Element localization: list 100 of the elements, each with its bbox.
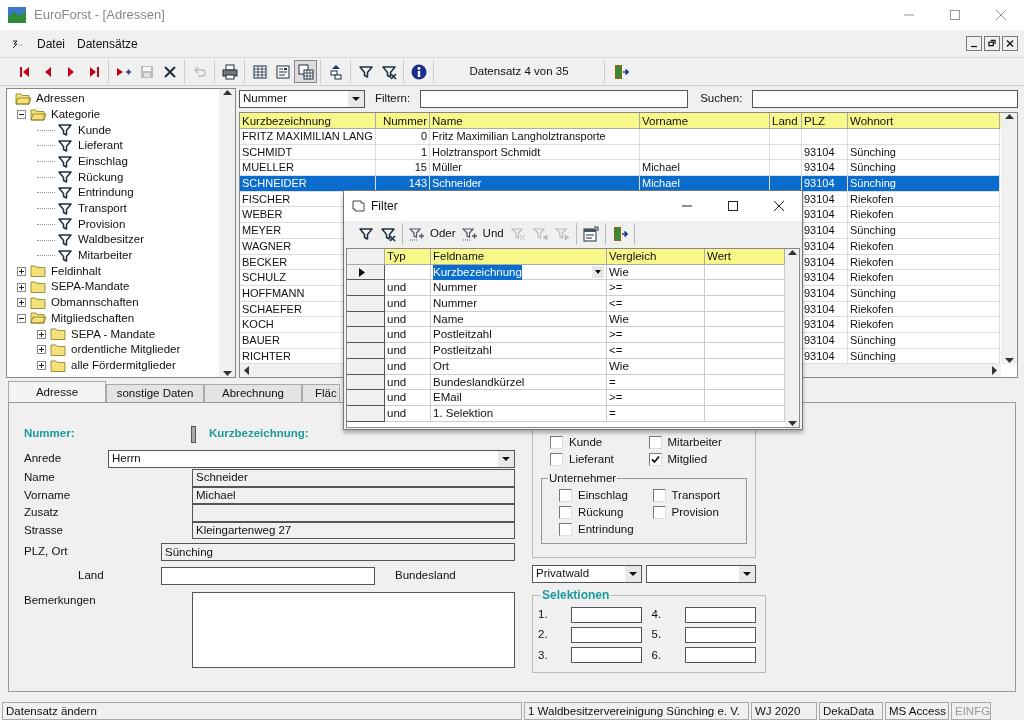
tree-item[interactable]: Waldbesitzer — [77, 231, 146, 249]
tree-item[interactable]: ordentliche Mitglieder — [70, 341, 182, 359]
table-cell[interactable]: Riekofen — [848, 191, 1000, 208]
table-cell[interactable]: Sünching — [848, 285, 1000, 302]
minimize-icon[interactable] — [966, 36, 982, 51]
input-field[interactable]: Schneider — [192, 469, 515, 487]
row-selector[interactable] — [347, 390, 385, 406]
sort-dropdown[interactable]: Nummer — [239, 90, 365, 108]
table-cell[interactable]: Riekofen — [848, 301, 1000, 318]
table-cell[interactable]: Riekofen — [848, 270, 1000, 286]
table-cell[interactable]: 1 — [376, 144, 430, 161]
tab[interactable]: Fläc — [302, 384, 340, 402]
input-field[interactable] — [571, 626, 642, 643]
scrollbar[interactable] — [219, 89, 235, 377]
expand-icon[interactable] — [37, 329, 46, 339]
row-selector[interactable] — [347, 327, 385, 344]
input-field[interactable] — [684, 647, 756, 664]
scroll-up-icon[interactable] — [787, 249, 797, 255]
tree-item[interactable]: Adressen — [35, 90, 86, 108]
checkbox[interactable] — [559, 523, 572, 536]
input-field[interactable] — [571, 647, 642, 664]
table-cell[interactable]: Sünching — [848, 332, 1000, 349]
checkbox[interactable] — [550, 453, 563, 466]
table-cell[interactable]: SCHNEIDER — [240, 176, 376, 192]
checkbox[interactable] — [648, 436, 662, 449]
close-icon[interactable] — [1002, 36, 1018, 51]
column-header[interactable]: Wohnort — [848, 113, 1000, 129]
table-cell[interactable]: 93104 — [802, 144, 848, 161]
row-selector[interactable] — [347, 280, 385, 297]
text-area[interactable] — [192, 592, 515, 668]
tree-item[interactable]: Provision — [77, 215, 127, 233]
table-cell[interactable] — [770, 144, 802, 161]
collapse-icon[interactable] — [17, 313, 26, 323]
input-field[interactable] — [684, 626, 756, 643]
tab[interactable]: sonstige Daten — [106, 384, 204, 402]
menu-item[interactable]: Datensätze — [71, 34, 144, 53]
input-field[interactable] — [684, 606, 756, 623]
collapse-icon[interactable] — [17, 110, 26, 120]
expand-icon[interactable] — [17, 298, 26, 308]
scrollbar[interactable] — [1001, 113, 1017, 364]
checkbox[interactable] — [652, 489, 666, 502]
tree-item[interactable]: Rückung — [77, 168, 125, 186]
forest-type-dropdown[interactable]: Privatwald — [532, 565, 642, 583]
input-field[interactable] — [571, 606, 642, 623]
tree-item[interactable]: Obmannschaften — [50, 294, 140, 312]
restore-icon[interactable] — [984, 36, 1000, 51]
expand-icon[interactable] — [37, 361, 46, 371]
tree-item[interactable]: SEPA-Mandate — [50, 278, 131, 296]
tree-item[interactable]: Entrindung — [77, 184, 135, 202]
tree-item[interactable]: Transport — [77, 200, 128, 218]
table-cell[interactable] — [802, 129, 848, 145]
table-cell[interactable]: Riekofen — [848, 254, 1000, 271]
checkbox[interactable] — [559, 506, 572, 519]
checkbox[interactable] — [550, 436, 563, 449]
column-header[interactable]: Vergleich — [607, 249, 705, 265]
tab[interactable]: Adresse — [8, 381, 106, 402]
table-cell[interactable]: Sünching — [848, 223, 1000, 239]
toolbar-button[interactable] — [294, 60, 317, 83]
tree-item[interactable]: Lieferant — [77, 137, 124, 155]
scroll-left-icon[interactable] — [243, 366, 249, 376]
column-header[interactable]: Land — [770, 113, 802, 129]
scrollbar[interactable] — [785, 249, 799, 427]
table-cell[interactable]: 93104 — [802, 176, 848, 192]
column-header[interactable]: Vorname — [640, 113, 770, 129]
column-header[interactable]: Name — [430, 113, 640, 129]
tree-item[interactable]: SEPA - Mandate — [70, 325, 157, 343]
checkbox[interactable] — [559, 489, 572, 502]
menu-item[interactable]: Datei — [31, 34, 71, 53]
checkbox[interactable] — [648, 453, 662, 466]
column-header[interactable]: Kurzbezeichnung — [240, 113, 376, 129]
expand-icon[interactable] — [17, 282, 26, 292]
table-cell[interactable]: Fritz Maximilian Langholztransporte — [430, 129, 640, 145]
input-field[interactable]: Sünching — [161, 543, 515, 561]
scroll-down-icon[interactable] — [787, 421, 797, 427]
column-header[interactable]: PLZ — [802, 113, 848, 129]
column-header[interactable]: Feldname — [431, 249, 607, 265]
table-cell[interactable] — [640, 144, 770, 161]
table-cell[interactable]: Riekofen — [848, 207, 1000, 224]
salutation-dropdown[interactable]: Herrn — [108, 450, 515, 468]
toolbar-button[interactable]: Oder — [406, 222, 459, 245]
tree-item[interactable]: alle Fördermitglieder — [70, 356, 177, 375]
expand-icon[interactable] — [37, 345, 46, 355]
row-selector[interactable] — [347, 343, 385, 359]
table-cell[interactable]: 0 — [376, 129, 430, 145]
scroll-up-icon[interactable] — [222, 89, 232, 95]
tree-item[interactable]: Mitarbeiter — [77, 247, 134, 265]
scroll-down-icon[interactable] — [222, 371, 232, 377]
dropdown[interactable] — [646, 565, 756, 583]
scroll-right-icon[interactable] — [992, 366, 998, 376]
column-header[interactable]: Typ — [385, 249, 431, 265]
scroll-down-icon[interactable] — [1004, 358, 1014, 364]
input-field[interactable] — [192, 504, 515, 522]
table-cell[interactable] — [848, 129, 1000, 145]
tree-item[interactable]: Kategorie — [50, 105, 102, 124]
tree-item[interactable]: Kunde — [77, 121, 113, 139]
tree-item[interactable]: Feldinhalt — [50, 262, 102, 281]
table-cell[interactable]: Holztransport Schmidt — [430, 144, 640, 161]
tree-item[interactable]: Einschlag — [77, 152, 129, 171]
row-selector[interactable] — [347, 296, 385, 312]
checkbox[interactable] — [652, 506, 666, 519]
